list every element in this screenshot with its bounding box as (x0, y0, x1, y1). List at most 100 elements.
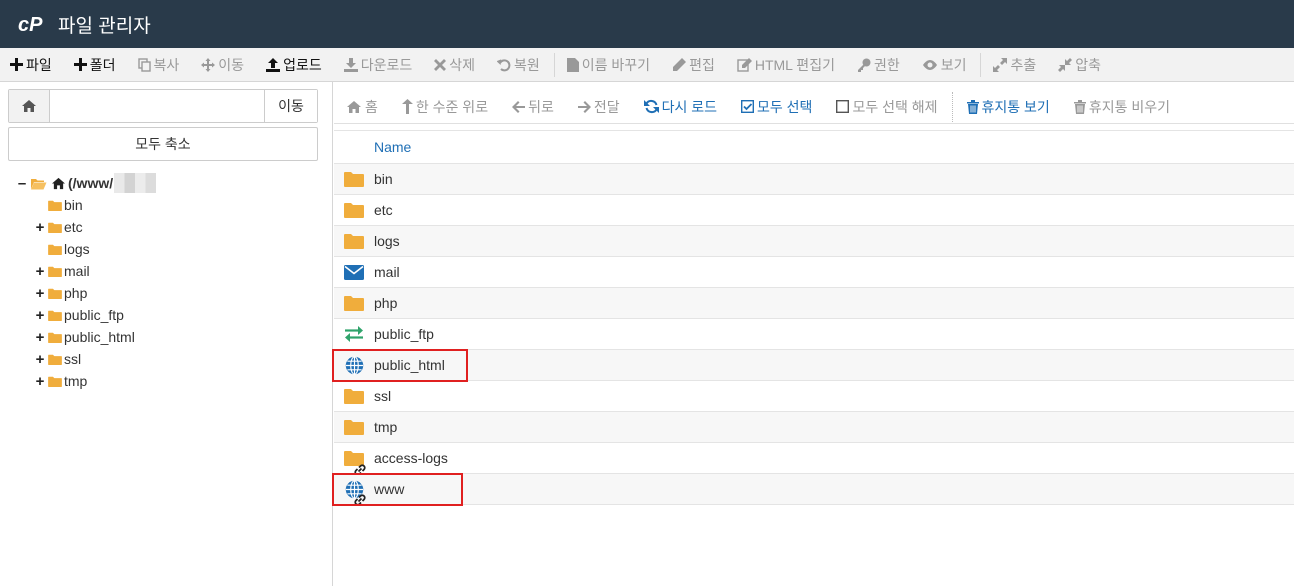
file-name: public_html (374, 357, 445, 373)
toolbar-button-4[interactable]: 업로드 (256, 48, 334, 82)
toolbar-button-13[interactable]: 추출 (983, 48, 1048, 82)
file-name: mail (374, 264, 400, 280)
nav-button-6[interactable]: 모두 선택 해제 (824, 92, 949, 122)
file-icon (566, 57, 579, 72)
tree-item-label: logs (64, 241, 90, 257)
toolbar-button-2[interactable]: 복사 (128, 48, 192, 82)
home-icon (51, 177, 66, 190)
path-go-button[interactable]: 이동 (264, 90, 317, 122)
toolbar-button-11[interactable]: 권한 (847, 48, 912, 82)
file-name: public_ftp (374, 326, 434, 342)
path-input[interactable] (50, 90, 264, 122)
refresh-icon (643, 99, 659, 114)
toolbar-button-0[interactable]: 파일 (0, 48, 64, 82)
nav-button-3[interactable]: 전달 (566, 92, 632, 122)
toolbar-button-7[interactable]: 복원 (487, 48, 552, 82)
tree-item-php[interactable]: + php (16, 282, 326, 304)
home-icon[interactable] (9, 90, 50, 122)
nav-button-7[interactable]: 휴지통 보기 (955, 92, 1062, 122)
tree-item-label: mail (64, 263, 90, 279)
expand-toggle-icon[interactable]: + (34, 219, 46, 236)
expand-toggle-icon[interactable]: + (34, 329, 46, 346)
toolbar-button-label: 권한 (873, 56, 900, 73)
level-up-icon (401, 99, 413, 114)
toolbar-button-1[interactable]: 폴더 (64, 48, 128, 82)
tree-item-logs[interactable]: logs (16, 238, 326, 260)
expand-toggle-icon[interactable]: + (34, 373, 46, 390)
expand-icon (993, 57, 1008, 72)
toolbar-button-label: 이동 (218, 56, 245, 73)
file-name: bin (374, 171, 393, 187)
nav-button-label: 한 수준 위로 (415, 98, 489, 115)
left-panel: 이동 모두 축소 – (/www/ bin + etc logs + mail + php + p… (0, 82, 333, 586)
toolbar-button-8[interactable]: 이름 바꾸기 (557, 48, 662, 82)
collapse-toggle-icon[interactable]: – (16, 175, 28, 192)
tree-item-label: ssl (64, 351, 82, 367)
toolbar-button-5[interactable]: 다운로드 (334, 48, 425, 82)
toolbar-button-label: 보기 (940, 56, 967, 73)
table-row[interactable]: logs (334, 226, 1294, 257)
toolbar-button-6[interactable]: 삭제 (424, 48, 487, 82)
nav-button-0[interactable]: 홈 (334, 92, 390, 122)
expand-toggle-icon[interactable]: + (34, 285, 46, 302)
table-row[interactable]: www (332, 473, 1294, 506)
tree-root[interactable]: – (/www/ (16, 172, 326, 194)
copy-icon (137, 57, 151, 72)
table-row[interactable]: public_ftp (334, 319, 1294, 350)
tree-item-label: php (64, 285, 88, 301)
toolbar-button-label: 추출 (1010, 56, 1037, 73)
nav-button-1[interactable]: 한 수준 위로 (390, 92, 500, 122)
file-name: www (374, 481, 405, 497)
app-header: cP 파일 관리자 (0, 0, 1294, 48)
tree-item-tmp[interactable]: + tmp (16, 370, 326, 392)
nav-button-5[interactable]: 모두 선택 (729, 92, 824, 122)
expand-toggle-icon[interactable]: + (34, 351, 46, 368)
close-icon (434, 58, 447, 71)
toolbar-button-label: 삭제 (449, 56, 475, 73)
plus-icon (73, 58, 87, 71)
tree-root-label: (/www/ (68, 175, 114, 191)
table-row[interactable]: public_html (332, 349, 1294, 382)
table-row[interactable]: etc (334, 195, 1294, 226)
folder-icon (334, 388, 374, 404)
folder-icon (48, 222, 62, 233)
svg-text:cP: cP (18, 14, 43, 34)
trash-icon (1073, 99, 1086, 114)
folder-icon (334, 295, 374, 311)
table-row[interactable]: bin (334, 164, 1294, 195)
tree-item-etc[interactable]: + etc (16, 216, 326, 238)
folder-icon (334, 171, 374, 187)
tree-item-ssl[interactable]: + ssl (16, 348, 326, 370)
expand-toggle-icon[interactable]: + (34, 307, 46, 324)
nav-button-8[interactable]: 휴지통 비우기 (1062, 92, 1182, 122)
eye-icon (922, 59, 938, 71)
move-icon (201, 57, 216, 72)
table-row[interactable]: php (334, 288, 1294, 319)
file-table: Name bin etc logs mail php public_ftp public_h… (332, 130, 1294, 506)
tree-item-mail[interactable]: + mail (16, 260, 326, 282)
table-row[interactable]: ssl (334, 381, 1294, 412)
toolbar-button-9[interactable]: 편집 (662, 48, 727, 82)
toolbar-button-label: 압축 (1075, 56, 1102, 73)
tree-item-public-ftp[interactable]: + public_ftp (16, 304, 326, 326)
table-row[interactable]: tmp (334, 412, 1294, 443)
nav-button-label: 모두 선택 해제 (852, 98, 938, 115)
tree-item-label: tmp (64, 373, 88, 389)
tree-item-public-html[interactable]: + public_html (16, 326, 326, 348)
toolbar-button-label: 복원 (514, 56, 540, 73)
page-title: 파일 관리자 (58, 15, 151, 37)
expand-toggle-icon[interactable]: + (34, 263, 46, 280)
table-row[interactable]: access-logs (334, 443, 1294, 476)
toolbar-button-12[interactable]: 보기 (912, 48, 979, 82)
nav-button-label: 홈 (365, 98, 378, 115)
nav-button-2[interactable]: 뒤로 (500, 92, 566, 122)
toolbar-button-10[interactable]: HTML 편집기 (727, 48, 847, 82)
tree-item-bin[interactable]: bin (16, 194, 326, 216)
nav-button-4[interactable]: 다시 로드 (632, 92, 729, 122)
toolbar-button-14[interactable]: 압축 (1048, 48, 1113, 82)
download-icon (343, 57, 358, 72)
collapse-all-button[interactable]: 모두 축소 (8, 127, 318, 161)
table-row[interactable]: mail (334, 257, 1294, 288)
toolbar-button-3[interactable]: 이동 (191, 48, 256, 82)
column-header-name[interactable]: Name (374, 139, 411, 155)
